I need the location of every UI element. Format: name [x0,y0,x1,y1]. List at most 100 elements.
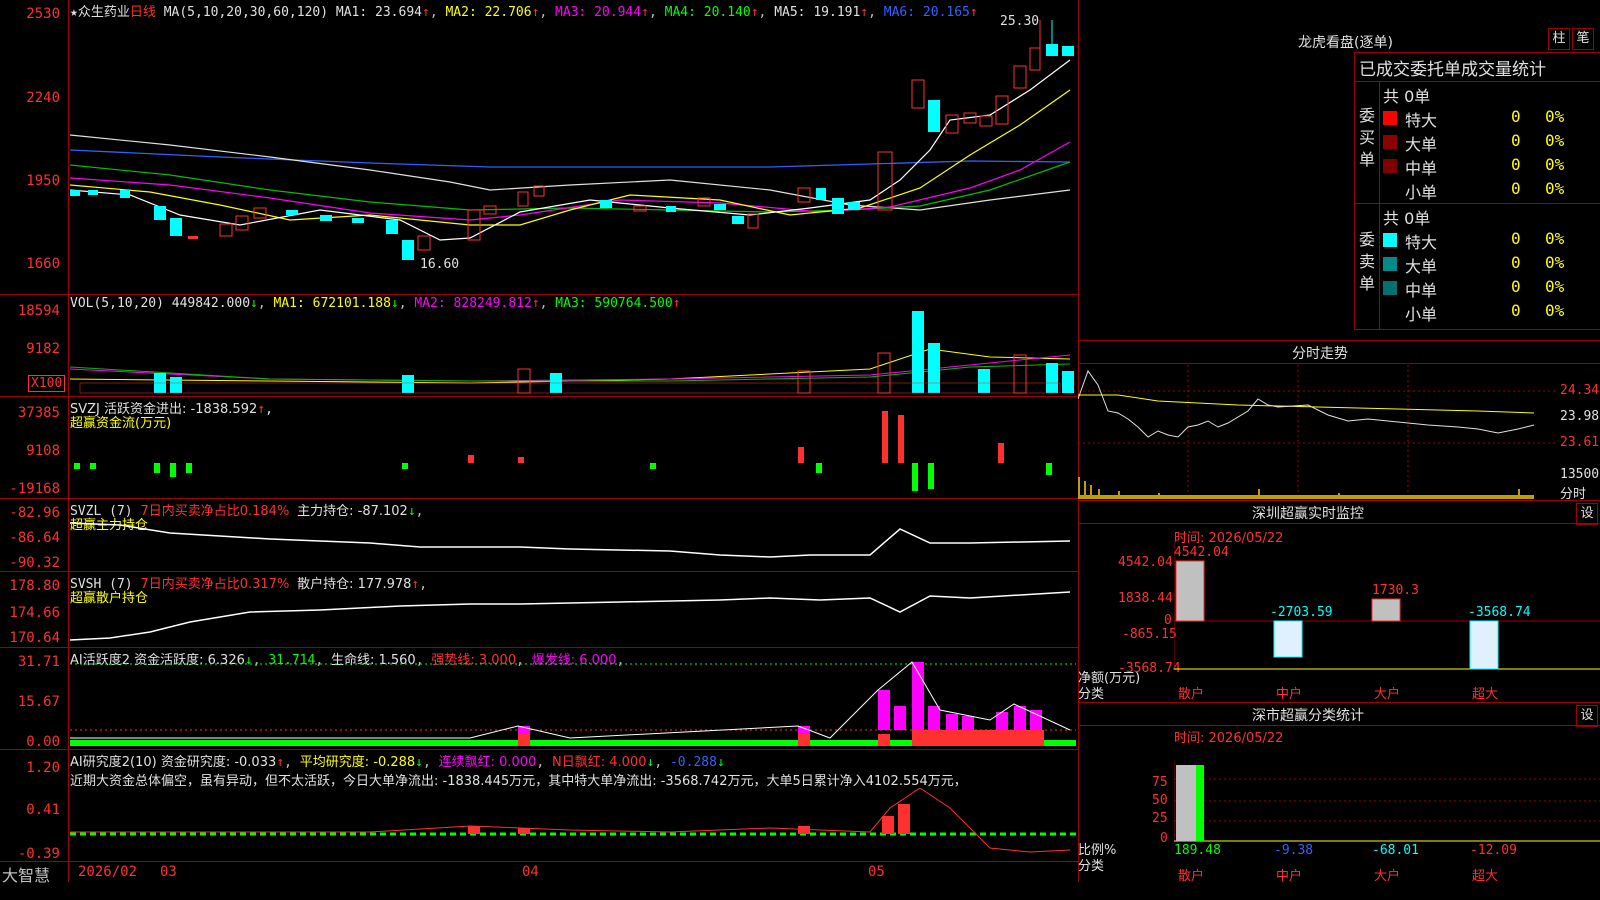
monitor-val-3: -3568.74 [1468,605,1531,620]
red-swatch-icon [1383,111,1397,125]
month-05: 05 [868,864,885,880]
ai-research-header: AI研究度2(10) 资金研究度: -0.033↑, 平均研究度: -0.288… [70,755,725,770]
sell-rows: 特大 0 0% 大单 0 0% 中单 0 0% 小单 0 0% [1383,229,1600,325]
stock-name: 众生药业 [77,5,130,20]
monitor-title: 深圳超赢实时监控 [1252,506,1364,522]
svzj-panel[interactable]: SVZJ 活跃资金进出: -1838.592↑, 超赢资金流(万元) 37385… [0,396,1078,499]
vol-axis-0: 18594 [17,303,60,319]
ai-act-axis-1: 15.67 [17,694,60,710]
ai-research-panel[interactable]: AI研究度2(10) 资金研究度: -0.033↑, 平均研究度: -0.288… [0,749,1078,862]
classify-val-0: 189.48 [1174,843,1221,858]
classify-val-3: -12.09 [1470,843,1517,858]
ai-res-axis-2: -0.39 [17,846,60,862]
ai-res-nday: N日飘红: 4.000 [552,755,647,770]
svzj-axis-0: 37385 [17,405,60,421]
ma3-value: MA3: 20.944 [555,5,642,20]
intraday-axis-1: 23.98 [1560,409,1600,424]
monitor-axis-0: 4542.04 [1118,555,1173,570]
volume-bars [70,311,1074,394]
buy-row-xl: 特大 0 0% [1383,107,1600,131]
buy-total: 共 0单 [1383,87,1431,106]
brand-label: 大智慧 [2,866,51,885]
main-chart-area[interactable]: ★众生药业日线 MA(5,10,20,30,60,120) MA1: 23.69… [0,0,1079,885]
darkred-swatch-icon [1383,135,1397,149]
ai-act-axis-2: 0.00 [26,734,60,750]
buy-row-m: 中单 0 0% [1383,155,1600,179]
svzl-axis-2: -90.32 [9,555,60,571]
period-label: 日线 [129,5,156,20]
vol-unit-badge: X100 [28,375,66,392]
svzj-axis-1: 9108 [26,443,60,459]
intraday-vol-axis: 13500 [1560,467,1600,482]
intraday-chart [1078,365,1558,501]
month-03: 03 [160,864,177,880]
ai-res-cont: 连续飘红: 0.000 [438,755,537,770]
ai-act-axis-0: 31.71 [17,654,60,670]
ma6-line [70,149,1071,168]
sz-monitor-section[interactable]: 深圳超赢实时监控 设 时间: 2026/05/22 4542.04 1838.4… [1078,500,1600,703]
tick-view-button[interactable]: 笔 [1572,28,1594,50]
price-panel-header: ★众生药业日线 MA(5,10,20,30,60,120) MA1: 23.69… [70,5,978,20]
teal-swatch-icon [1383,257,1397,271]
svzj-bars [74,411,1052,491]
svsh-line [70,591,1071,641]
monitor-val-0: 4542.04 [1174,545,1229,560]
darkteal-swatch-icon [1383,281,1397,295]
maroon-swatch-icon [1383,159,1397,173]
price-axis-0: 2530 [26,6,60,22]
classify-val-1: -9.38 [1274,843,1314,858]
svsh-axis-0: 178.80 [9,578,60,594]
sz-classify-section[interactable]: 深市超赢分类统计 设 时间: 2026/05/22 75 50 25 0 比例%… [1078,702,1600,884]
time-axis-bar: 大智慧 2026/02 03 04 05 [0,861,1078,885]
intraday-axis-0: 24.34 [1560,383,1600,398]
ma1-line [70,59,1071,241]
price-candles [70,20,1074,260]
sell-side-label: 委卖单 [1359,230,1376,293]
svzl-line [70,522,1071,558]
svzl-axis-1: -86.64 [9,530,60,546]
classify-settings-button[interactable]: 设 [1576,705,1598,727]
ai-res-summary: 近期大资金总体偏空，虽有异动，但不太活跃，今日大单净流出: -1838.445万… [70,774,967,789]
ma5-line [70,134,1071,211]
monitor-val-1: -2703.59 [1270,605,1333,620]
svsh-axis-2: 170.64 [9,630,60,646]
ai-research-bars [70,788,1076,853]
classify-val-2: -68.01 [1372,843,1419,858]
classify-axis-3: 0 [1160,831,1168,846]
ai-res-last: -0.288 [669,755,717,770]
ma2-value: MA2: 22.706 [445,5,532,20]
monitor-settings-button[interactable]: 设 [1576,503,1598,525]
buy-row-l: 大单 0 0% [1383,131,1600,155]
order-stats-box: 已成交委托单成交量统计 委买单 委卖单 共 0单 共 0单 特大 0 0% 大单 0 0… [1354,52,1600,330]
ai-res-axis-0: 1.20 [26,760,60,776]
monitor-cat-2: 大户 [1374,687,1401,702]
volume-panel[interactable]: VOL(5,10,20) 449842.000↓, MA1: 672101.18… [0,294,1078,397]
intraday-title: 分时走势 [1292,346,1348,362]
ma6-value: MA6: 20.165 [883,5,970,20]
intraday-section[interactable]: 分时走势 24.34 23.98 23.61 13500 分时 [1078,340,1600,502]
monitor-axis-1: 1838.44 [1118,591,1173,606]
svzl-panel[interactable]: SVZL (7) 7日内买卖净占比0.184% 主力持仓: -87.102↓, … [0,498,1078,572]
sell-row-s: 小单 0 0% [1405,301,1565,324]
svsh-panel[interactable]: SVSH (7) 7日内买卖净占比0.317% 散户持仓: 177.978↑, … [0,571,1078,648]
sell-row-xl: 特大 0 0% [1383,229,1600,253]
price-axis-2: 1950 [26,173,60,189]
date-label: 2026/02 [78,864,138,880]
monitor-xlabel: 分类 [1078,687,1105,702]
buy-rows: 特大 0 0% 大单 0 0% 中单 0 0% 小单 0 0% [1383,107,1600,203]
price-axis-3: 1660 [26,256,60,272]
classify-cat-0: 散户 [1178,869,1205,884]
buy-side-label: 委买单 [1359,106,1376,169]
classify-cat-1: 中户 [1276,869,1303,884]
ai-activity-panel[interactable]: AI活跃度2 资金活跃度: 6.326↓, 31.714, 生命线: 1.560… [0,647,1078,750]
monitor-bars [1174,541,1600,670]
ma4-value: MA4: 20.140 [664,5,751,20]
price-axis-1: 2240 [26,90,60,106]
monitor-cat-1: 中户 [1276,687,1303,702]
price-panel[interactable]: ★众生药业日线 MA(5,10,20,30,60,120) MA1: 23.69… [0,0,1078,294]
monitor-cat-0: 散户 [1178,687,1205,702]
right-sidebar: 龙虎看盘(逐单) 柱 笔 已成交委托单成交量统计 委买单 委卖单 共 0单 共 … [1078,0,1600,884]
bar-view-button[interactable]: 柱 [1548,28,1570,50]
classify-axis-0: 75 [1152,775,1168,790]
ai-activity-bars [70,661,1076,746]
